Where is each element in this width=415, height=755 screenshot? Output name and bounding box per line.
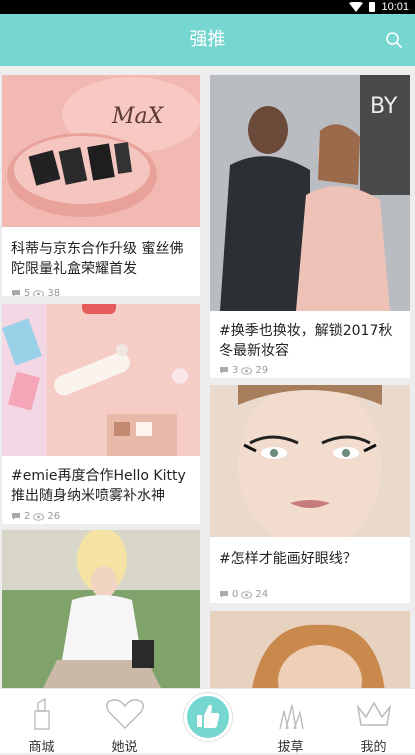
article-image [2,530,200,688]
article-image [210,611,410,688]
article-image: MaX [2,75,200,227]
comment-count: 0 [232,589,239,600]
comment-count: 3 [232,365,239,376]
article-card[interactable] [2,530,200,688]
tab-bar: 商城 她说 拔草 我的 [0,688,415,755]
grass-icon [278,704,304,730]
svg-text:MaX: MaX [111,104,165,129]
article-title: #换季也换妆，解锁2017秋冬最新妆容 [219,323,393,359]
article-card[interactable]: #怎样才能画好眼线？ 0 24 [210,385,410,603]
status-bar: 10:01 [0,0,415,14]
view-count: 26 [47,511,61,522]
tab-label: 她说 [111,740,138,755]
article-card[interactable]: #emie再度合作Hello Kitty 推出随身纳米喷雾补水神 2 26 [2,304,200,524]
article-title: #emie再度合作Hello Kitty 推出随身纳米喷雾补水神 [11,468,186,504]
comment-icon [12,513,20,520]
comment-icon [220,367,228,374]
article-stats: 0 24 [219,589,268,600]
thumbs-up-icon [196,704,219,728]
wifi-icon [349,2,363,12]
eye-icon [33,289,45,296]
comment-count: 2 [24,511,31,522]
article-title: #怎样才能画好眼线？ [219,551,357,567]
article-card[interactable] [210,611,410,688]
tab-mine[interactable]: 我的 [332,689,415,755]
tab-she-says[interactable]: 她说 [83,689,166,755]
heart-icon [105,699,144,730]
article-image [210,385,410,537]
article-image: BY [210,75,410,311]
eye-icon [241,366,253,375]
article-image [2,304,200,456]
article-stats: 2 26 [11,511,60,522]
crown-icon [356,701,391,726]
tab-label: 拔草 [277,740,304,755]
eye-icon [241,590,253,599]
tab-grass[interactable]: 拔草 [249,689,332,755]
app-bar: 强推 [0,14,415,66]
tab-mall[interactable]: 商城 [0,689,83,755]
view-count: 38 [47,288,61,296]
article-stats: 5 38 [11,288,60,296]
status-time: 10:01 [381,1,409,13]
view-count: 29 [255,365,269,376]
view-count: 24 [255,589,269,600]
feed-grid: MaX 科蒂与京东合作升级 蜜丝佛陀限量礼盒荣耀首发 5 38 #emie再度合… [0,66,415,688]
search-icon[interactable] [385,31,403,49]
recommend-button[interactable] [183,693,232,741]
article-stats: 3 29 [219,365,268,376]
svg-text:BY: BY [370,94,398,119]
battery-icon [369,2,375,12]
article-card[interactable]: BY #换季也换妆，解锁2017秋冬最新妆容 3 29 [210,75,410,378]
tab-recommend[interactable] [166,689,249,754]
tab-label: 商城 [28,740,55,755]
article-title: 科蒂与京东合作升级 蜜丝佛陀限量礼盒荣耀首发 [11,241,184,277]
tab-label: 我的 [360,740,387,755]
page-title: 强推 [189,29,226,50]
comment-icon [12,290,20,296]
eye-icon [33,512,45,521]
lipstick-icon [33,697,50,730]
comment-count: 5 [24,288,31,296]
comment-icon [220,591,228,598]
article-card[interactable]: MaX 科蒂与京东合作升级 蜜丝佛陀限量礼盒荣耀首发 5 38 [2,75,200,296]
